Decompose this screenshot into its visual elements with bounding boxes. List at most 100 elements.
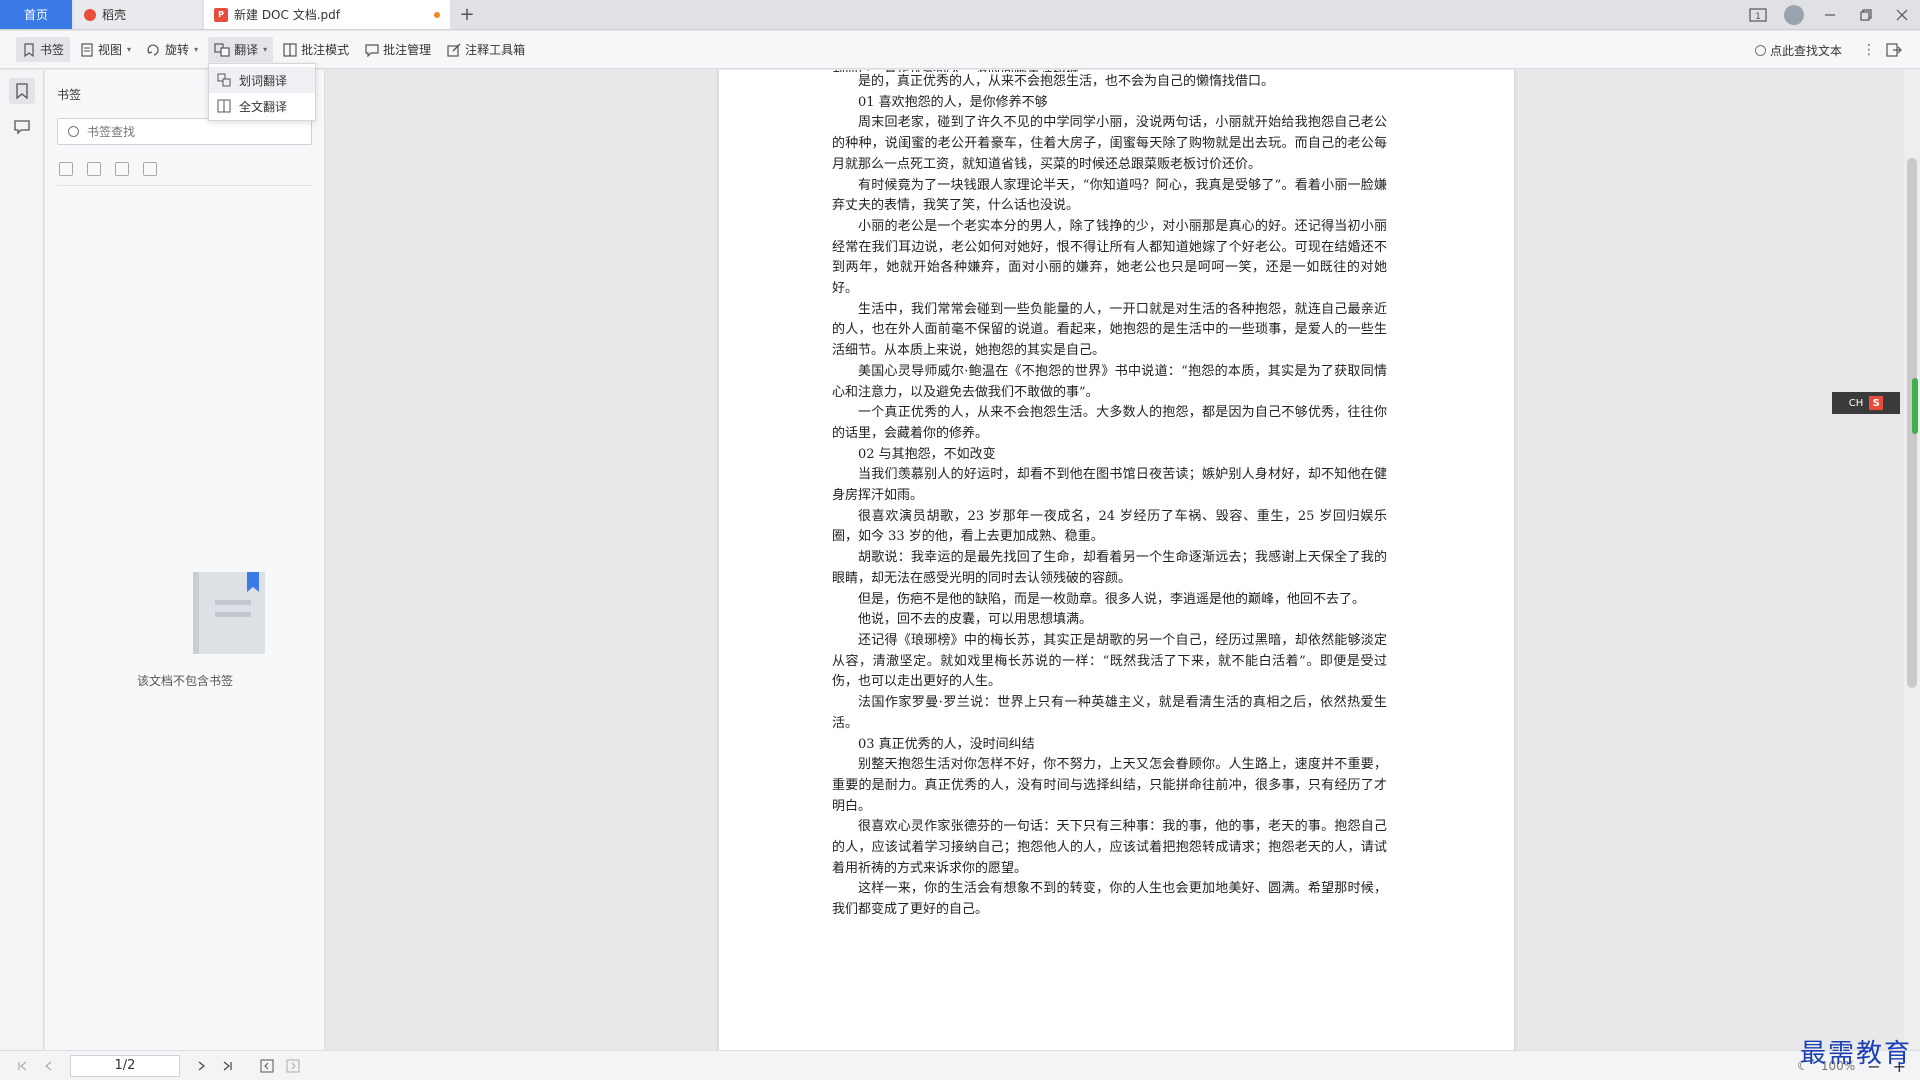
view-page-icon	[81, 42, 93, 57]
page-badge-button[interactable]: 1	[1740, 0, 1776, 30]
word-translate-item[interactable]: 划词翻译	[209, 67, 315, 93]
paragraph: 周末回老家，碰到了许久不见的中学同学小丽，没说两句话，小丽就开始给我抱怨自己老公…	[832, 115, 1387, 172]
rail-bookmark-button[interactable]	[8, 78, 35, 104]
tab-spacer	[484, 0, 1740, 29]
tab-document[interactable]: P 新建 DOC 文档.pdf	[204, 0, 450, 29]
bookmark-icon	[24, 42, 34, 57]
minimize-button[interactable]	[1812, 0, 1848, 30]
view-button[interactable]: 视图 ▾	[74, 37, 137, 62]
status-bar: ☾ 100% − +	[0, 1050, 1920, 1080]
empty-bookmark-text: 该文档不包含书签	[136, 674, 233, 688]
find-text-label: 点此查找文本	[1769, 43, 1842, 58]
annotate-tools-button[interactable]: 注释工具箱	[441, 37, 531, 62]
bookmark-divider	[57, 185, 313, 186]
annotate-tools-icon	[447, 43, 461, 57]
bookmark-search-box[interactable]	[57, 118, 312, 145]
window-layout-icon: 1	[1749, 7, 1767, 22]
paragraph: 胡歌说：我幸运的是最先找回了生命，却看着另一个生命逐渐远去；我感谢上天保全了我的…	[832, 550, 1387, 586]
paragraph: 很喜欢演员胡歌，23 岁那年一夜成名，24 岁经历了车祸、毁容、重生，25 岁回…	[832, 508, 1387, 545]
tab-home[interactable]: 首页	[0, 0, 72, 29]
forward-view-icon	[286, 1059, 300, 1072]
translate-label: 翻译	[234, 43, 259, 57]
user-avatar-button[interactable]	[1776, 0, 1812, 30]
minimize-icon	[1825, 13, 1835, 16]
close-button[interactable]	[1884, 0, 1920, 30]
find-text-button[interactable]: 点此查找文本	[1749, 38, 1848, 63]
ime-logo-icon: S	[1869, 396, 1884, 410]
tab-home-label: 首页	[23, 8, 48, 22]
new-tab-label: +	[459, 4, 475, 25]
watermark-logo: 最需教育	[1799, 1039, 1912, 1069]
bookmark-panel: 书签 该文档不包含书签	[45, 70, 325, 1050]
prev-page-button[interactable]	[36, 1053, 62, 1079]
more-options-icon[interactable]: ⋮	[1862, 42, 1876, 58]
annotate-mode-label: 批注模式	[301, 43, 350, 57]
expand-bookmark-icon[interactable]	[59, 162, 73, 176]
paragraph: 有时候竟为了一块钱跟人家理论半天，“你知道吗？阿心，我真是受够了”。看着小丽一脸…	[832, 177, 1387, 214]
first-page-button[interactable]	[10, 1053, 36, 1079]
comment-icon	[365, 43, 379, 57]
svg-text:1: 1	[1755, 12, 1761, 22]
tab-document-label: 新建 DOC 文档.pdf	[234, 8, 340, 22]
word-translate-icon	[217, 73, 231, 87]
paragraph: 美国心灵导师威尔·鲍温在《不抱怨的世界》书中说道：“抱怨的本质，其实是为了获取同…	[832, 363, 1387, 400]
restore-button[interactable]	[1848, 0, 1884, 30]
document-viewport[interactable]: 到而已。真正优秀的人，没时间跟生活纠缠。是的，真正优秀的人，从来不会抱怨生活，也…	[326, 70, 1920, 1050]
tab-bar: 首页 稻壳 P 新建 DOC 文档.pdf + 1	[0, 0, 1920, 30]
section-heading: 02 与其抱怨，不如改变	[858, 446, 996, 462]
annotate-manage-button[interactable]: 批注管理	[359, 37, 437, 62]
restore-icon	[1860, 8, 1872, 21]
annotate-tools-label: 注释工具箱	[465, 43, 526, 57]
forward-view-button[interactable]	[280, 1053, 306, 1079]
paragraph: 小丽的老公是一个老实本分的男人，除了钱挣的少，对小丽那是真心的好。还记得当初小丽…	[832, 218, 1387, 297]
ime-indicator[interactable]: CH S	[1832, 392, 1900, 414]
pdf-page[interactable]: 到而已。真正优秀的人，没时间跟生活纠缠。是的，真正优秀的人，从来不会抱怨生活，也…	[719, 70, 1514, 1050]
ime-label: CH	[1848, 397, 1864, 409]
translate-button[interactable]: 翻译 ▾	[208, 37, 274, 62]
paragraph: 当我们羡慕别人的好运时，却看不到他在图书馆日夜苦读；嫉妒别人身材好，却不知他在健…	[832, 467, 1387, 504]
delete-bookmark-icon[interactable]	[143, 162, 157, 176]
first-page-icon	[18, 1061, 27, 1070]
section-heading: 03 真正优秀的人，没时间纠结	[858, 736, 1035, 752]
daoke-logo-icon	[84, 8, 96, 21]
annotate-mode-icon	[283, 42, 297, 57]
paragraph: 还记得《琅琊榜》中的梅长苏，其实正是胡歌的另一个自己，经历过黑暗，却依然能够淡定…	[832, 632, 1387, 690]
bookmark-icon	[15, 83, 28, 99]
paragraph: 是的，真正优秀的人，从来不会抱怨生活，也不会为自己的懒惰找借口。	[858, 74, 1275, 89]
tab-daoke-label: 稻壳	[102, 8, 127, 22]
avatar	[1784, 4, 1804, 25]
next-page-button[interactable]	[188, 1053, 214, 1079]
annotate-manage-label: 批注管理	[383, 43, 432, 57]
rail-comment-button[interactable]	[9, 114, 35, 140]
pdf-file-icon: P	[214, 7, 228, 22]
exit-icon[interactable]	[1886, 42, 1902, 58]
bookmark-search-input[interactable]	[87, 124, 287, 139]
paragraph: 别整天抱怨生活对你怎样不好，你不努力，上天又怎会眷顾你。人生路上，速度并不重要，…	[832, 757, 1387, 814]
bookmark-button[interactable]: 书签	[16, 37, 71, 62]
collapse-bookmark-icon[interactable]	[87, 162, 101, 176]
chevron-left-icon	[45, 1061, 52, 1070]
chevron-down-icon: ▾	[127, 45, 132, 54]
window-controls: 1	[1740, 0, 1920, 29]
search-icon	[1754, 44, 1766, 56]
word-translate-label: 划词翻译	[239, 73, 288, 88]
page-number-input[interactable]	[70, 1054, 180, 1077]
vertical-scrollbar[interactable]	[1904, 70, 1920, 1050]
add-bookmark-icon[interactable]	[115, 162, 129, 176]
empty-bookmark-icon	[193, 572, 265, 654]
translate-icon	[214, 42, 230, 57]
back-view-button[interactable]	[254, 1053, 280, 1079]
last-page-icon	[223, 1061, 232, 1070]
tab-daoke[interactable]: 稻壳	[74, 0, 202, 29]
paragraph: 很喜欢心灵作家张德芬的一句话：天下只有三种事：我的事，他的事，老天的事。抱怨自己…	[832, 819, 1387, 876]
last-page-button[interactable]	[214, 1053, 240, 1079]
rotate-label: 旋转	[165, 43, 190, 57]
annotate-mode-button[interactable]: 批注模式	[277, 37, 355, 62]
full-translate-label: 全文翻译	[239, 99, 288, 114]
chevron-down-icon: ▾	[263, 45, 268, 54]
bookmark-tools	[59, 162, 157, 176]
rotate-button[interactable]: 旋转 ▾	[141, 37, 204, 62]
full-translate-item[interactable]: 全文翻译	[209, 93, 315, 119]
new-tab-button[interactable]: +	[450, 0, 484, 29]
search-icon	[68, 126, 79, 137]
